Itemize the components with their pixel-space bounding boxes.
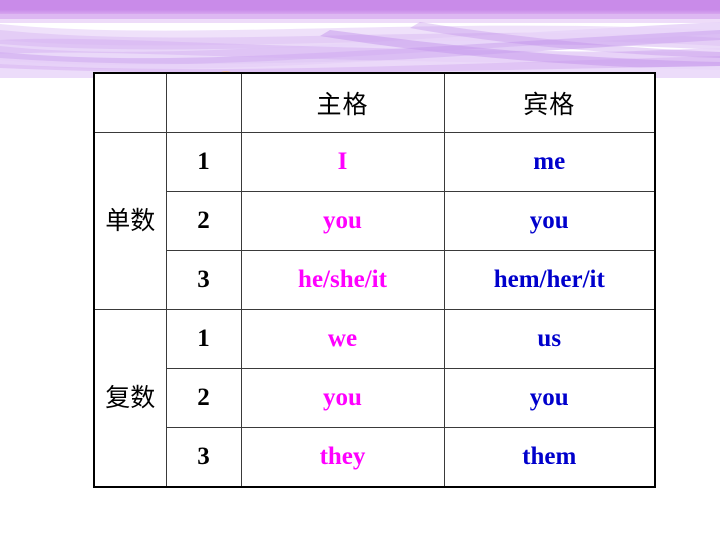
group-label-plural: 复数 [93, 309, 167, 488]
group-label-plural-text: 复数 [105, 382, 156, 412]
group-label-singular-text: 单数 [105, 205, 156, 235]
header-cell-subject-case: 主格 [240, 72, 445, 133]
object-cell: you [443, 368, 656, 428]
object-cell: them [443, 427, 656, 488]
banner-artwork [0, 0, 720, 78]
subject-cell: he/she/it [240, 250, 445, 310]
table-row: 3 he/she/it hem/her/it [94, 250, 656, 310]
subject-cell: they [240, 427, 445, 488]
table-row: 复数 1 we us [93, 309, 656, 488]
object-cell: hem/her/it [443, 250, 656, 310]
table-header-row: 主格 宾格 [93, 72, 656, 133]
slide-canvas: 主格 宾格 单数 1 I me 2 you you 3 he/she/it he… [0, 0, 720, 540]
person-cell: 2 [165, 191, 242, 251]
subject-cell: you [240, 191, 445, 251]
person-cell: 3 [165, 250, 242, 310]
header-cell-person-blank [165, 72, 242, 133]
person-cell: 1 [165, 132, 242, 192]
object-cell: me [443, 132, 656, 192]
person-cell: 3 [165, 427, 242, 488]
table-row: 2 you you [94, 191, 656, 251]
table-row: 单数 1 I me [93, 132, 656, 310]
person-cell: 1 [165, 309, 242, 369]
subject-cell: you [240, 368, 445, 428]
header-cell-group-blank [93, 72, 167, 133]
table-row: 2 you you [94, 368, 656, 428]
group-label-singular: 单数 [93, 132, 167, 310]
subject-cell: we [240, 309, 445, 369]
table-row: 3 they them [94, 427, 656, 488]
pronoun-case-table: 主格 宾格 单数 1 I me 2 you you 3 he/she/it he… [93, 72, 656, 488]
pronoun-table-container: 主格 宾格 单数 1 I me 2 you you 3 he/she/it he… [93, 72, 656, 488]
purple-ribbon-banner [0, 0, 720, 78]
object-cell: us [443, 309, 656, 369]
header-cell-object-case: 宾格 [443, 72, 656, 133]
subject-cell: I [240, 132, 445, 192]
person-cell: 2 [165, 368, 242, 428]
object-cell: you [443, 191, 656, 251]
